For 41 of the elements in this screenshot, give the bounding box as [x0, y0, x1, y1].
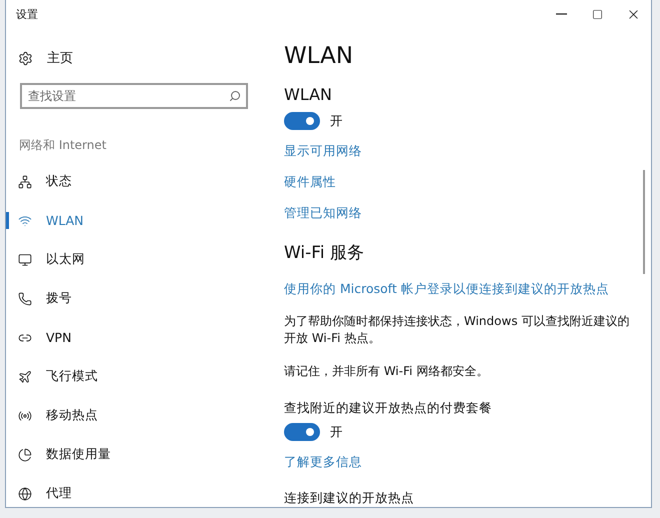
description-text: 为了帮助你随时都保持连接状态，Windows 可以查找附近建议的开放 Wi-Fi 热点。	[284, 313, 630, 347]
globe-icon	[18, 486, 32, 500]
toggle-switch[interactable]	[284, 423, 320, 441]
sidebar-item[interactable]: 以太网	[6, 240, 284, 279]
link[interactable]: 显示可用网络	[284, 136, 362, 167]
maximize-icon	[592, 8, 602, 20]
link[interactable]: 管理已知网络	[284, 198, 362, 229]
toggle-state: 开	[330, 424, 343, 440]
sidebar-item[interactable]: 飞行模式	[6, 357, 284, 396]
sidebar-item[interactable]: 拨号	[6, 279, 284, 318]
search-field[interactable]: 查找设置	[20, 83, 248, 109]
scrollbar[interactable]	[643, 170, 645, 274]
home-nav-item[interactable]: 主页	[6, 44, 284, 72]
pie-chart-icon	[18, 448, 32, 462]
setting-label: 查找附近的建议开放热点的付费套餐	[284, 400, 493, 417]
window-title: 设置	[16, 6, 39, 22]
antenna-icon	[18, 408, 32, 422]
sidebar-item[interactable]: WLAN	[6, 201, 284, 240]
phone-icon	[18, 292, 32, 306]
airplane-icon	[18, 370, 32, 384]
section-label: 网络和 Internet	[19, 137, 108, 154]
description-text: 请记住，并非所有 Wi-Fi 网络都安全。	[284, 363, 490, 380]
section-heading: Wi-Fi 服务	[284, 242, 365, 264]
monitor-icon	[18, 252, 32, 266]
search-icon	[229, 90, 241, 102]
toggle-state: 开	[330, 112, 343, 130]
sidebar-item[interactable]: 状态	[6, 162, 284, 201]
sidebar-item[interactable]: 代理	[6, 474, 284, 507]
link[interactable]: 了解更多信息	[284, 447, 362, 478]
toggle-switch[interactable]	[284, 112, 320, 130]
link[interactable]: 使用你的 Microsoft 帐户登录以便连接到建议的开放热点	[284, 274, 609, 305]
sidebar-item[interactable]: 数据使用量	[6, 435, 284, 474]
setting-label: WLAN	[284, 85, 334, 104]
network-icon	[18, 174, 32, 188]
minimize-icon	[556, 13, 566, 15]
settings-icon	[18, 50, 33, 66]
link[interactable]: 硬件属性	[284, 167, 336, 198]
setting-label: 连接到建议的开放热点	[284, 490, 415, 507]
page-title: WLAN	[284, 43, 354, 69]
sidebar-item[interactable]: VPN	[6, 318, 284, 357]
sidebar-item[interactable]: 移动热点	[6, 396, 284, 435]
